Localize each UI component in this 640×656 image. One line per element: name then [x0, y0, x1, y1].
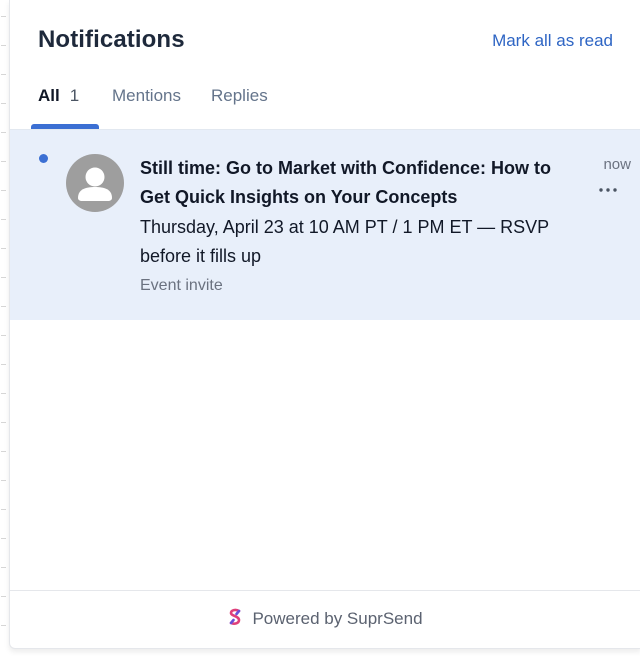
user-avatar-icon: [66, 154, 124, 212]
tab-all-count: 1: [69, 86, 80, 105]
left-ruler: [0, 0, 8, 656]
page: Notifications Mark all as read All 1 Ment…: [0, 0, 640, 656]
tab-replies-label: Replies: [211, 86, 268, 105]
tab-all-label: All: [38, 86, 60, 105]
suprsend-logo-icon: [228, 608, 242, 631]
panel-footer: Powered by SuprSend: [10, 591, 640, 647]
notification-subtext: Event invite: [140, 277, 223, 294]
tab-replies[interactable]: Replies: [211, 86, 268, 130]
notifications-panel: Notifications Mark all as read All 1 Ment…: [9, 0, 640, 649]
notification-item[interactable]: Still time: Go to Market with Confidence…: [10, 130, 640, 320]
ellipsis-icon[interactable]: [597, 182, 619, 198]
tab-mentions-label: Mentions: [112, 86, 181, 105]
mark-all-as-read-link[interactable]: Mark all as read: [492, 31, 613, 51]
tab-mentions[interactable]: Mentions: [112, 86, 181, 130]
notification-body: Thursday, April 23 at 10 AM PT / 1 PM ET…: [140, 217, 549, 266]
notification-content: Still time: Go to Market with Confidence…: [140, 154, 570, 295]
panel-header: Notifications Mark all as read: [38, 24, 613, 60]
powered-by-text: Powered by SuprSend: [252, 609, 423, 628]
unread-indicator: [39, 154, 48, 163]
notification-title: Still time: Go to Market with Confidence…: [140, 158, 552, 207]
panel-title: Notifications: [38, 26, 185, 53]
notification-time: now: [603, 156, 631, 173]
